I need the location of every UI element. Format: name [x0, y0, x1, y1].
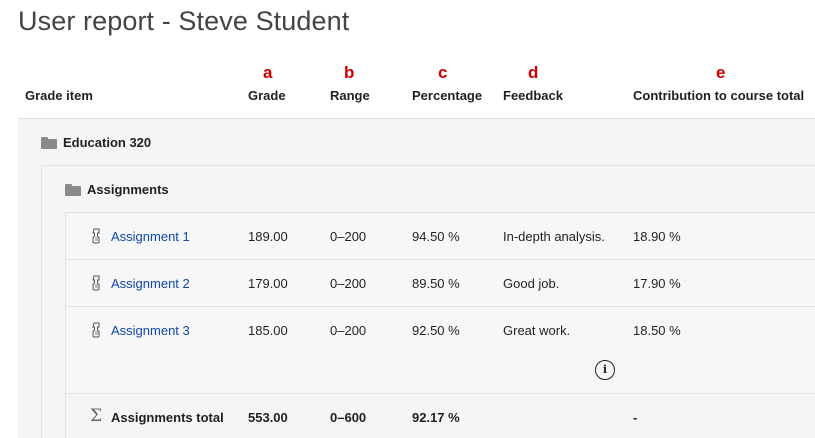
- feedback-value: Great work.: [503, 323, 571, 338]
- contribution-value: 18.50 %: [633, 323, 681, 338]
- feedback-value: In-depth analysis.: [503, 229, 605, 244]
- column-header-range: Range: [330, 88, 370, 103]
- percentage-value: 94.50 %: [412, 229, 460, 244]
- annotation-letter-b: b: [344, 63, 355, 82]
- range-value: 0–200: [330, 229, 367, 244]
- folder-icon: [41, 137, 57, 149]
- annotation-letter-d: d: [528, 63, 539, 82]
- annotation-letter-e: e: [716, 63, 726, 82]
- assignment-icon: [92, 322, 100, 338]
- annotation-letter-c: c: [438, 63, 448, 82]
- column-header-contribution: Contribution to course total: [633, 88, 805, 103]
- range-value: 0–200: [330, 276, 367, 291]
- total-grade: 553.00: [248, 410, 288, 425]
- folder-icon: [65, 184, 81, 196]
- course-name: Education 320: [63, 135, 152, 150]
- info-icon[interactable]: i: [595, 360, 615, 380]
- assignment-icon: [92, 275, 100, 291]
- grade-value: 185.00: [248, 323, 288, 338]
- total-range: 0–600: [330, 410, 367, 425]
- range-value: 0–200: [330, 323, 367, 338]
- category-name: Assignments: [87, 182, 169, 197]
- assignment-link[interactable]: Assignment 3: [111, 323, 190, 338]
- contribution-value: 18.90 %: [633, 229, 681, 244]
- percentage-value: 92.50 %: [412, 323, 460, 338]
- feedback-value: Good job.: [503, 276, 560, 291]
- assignment-icon: [92, 228, 100, 244]
- percentage-value: 89.50 %: [412, 276, 460, 291]
- column-header-grade: Grade: [248, 88, 286, 103]
- grade-value: 189.00: [248, 229, 288, 244]
- page-title: User report - Steve Student: [18, 6, 350, 36]
- annotation-letter-a: a: [263, 63, 273, 82]
- column-header-percentage: Percentage: [412, 88, 483, 103]
- assignment-link[interactable]: Assignment 1: [111, 229, 190, 244]
- column-header-feedback: Feedback: [503, 88, 563, 103]
- column-header-grade-item: Grade item: [25, 88, 93, 103]
- total-name: Assignments total: [111, 410, 224, 425]
- assignment-link[interactable]: Assignment 2: [111, 276, 190, 291]
- sigma-icon: Σ: [90, 406, 103, 426]
- contribution-value: 17.90 %: [633, 276, 681, 291]
- total-contribution: -: [633, 410, 638, 425]
- total-percentage: 92.17 %: [412, 410, 460, 425]
- grade-value: 179.00: [248, 276, 288, 291]
